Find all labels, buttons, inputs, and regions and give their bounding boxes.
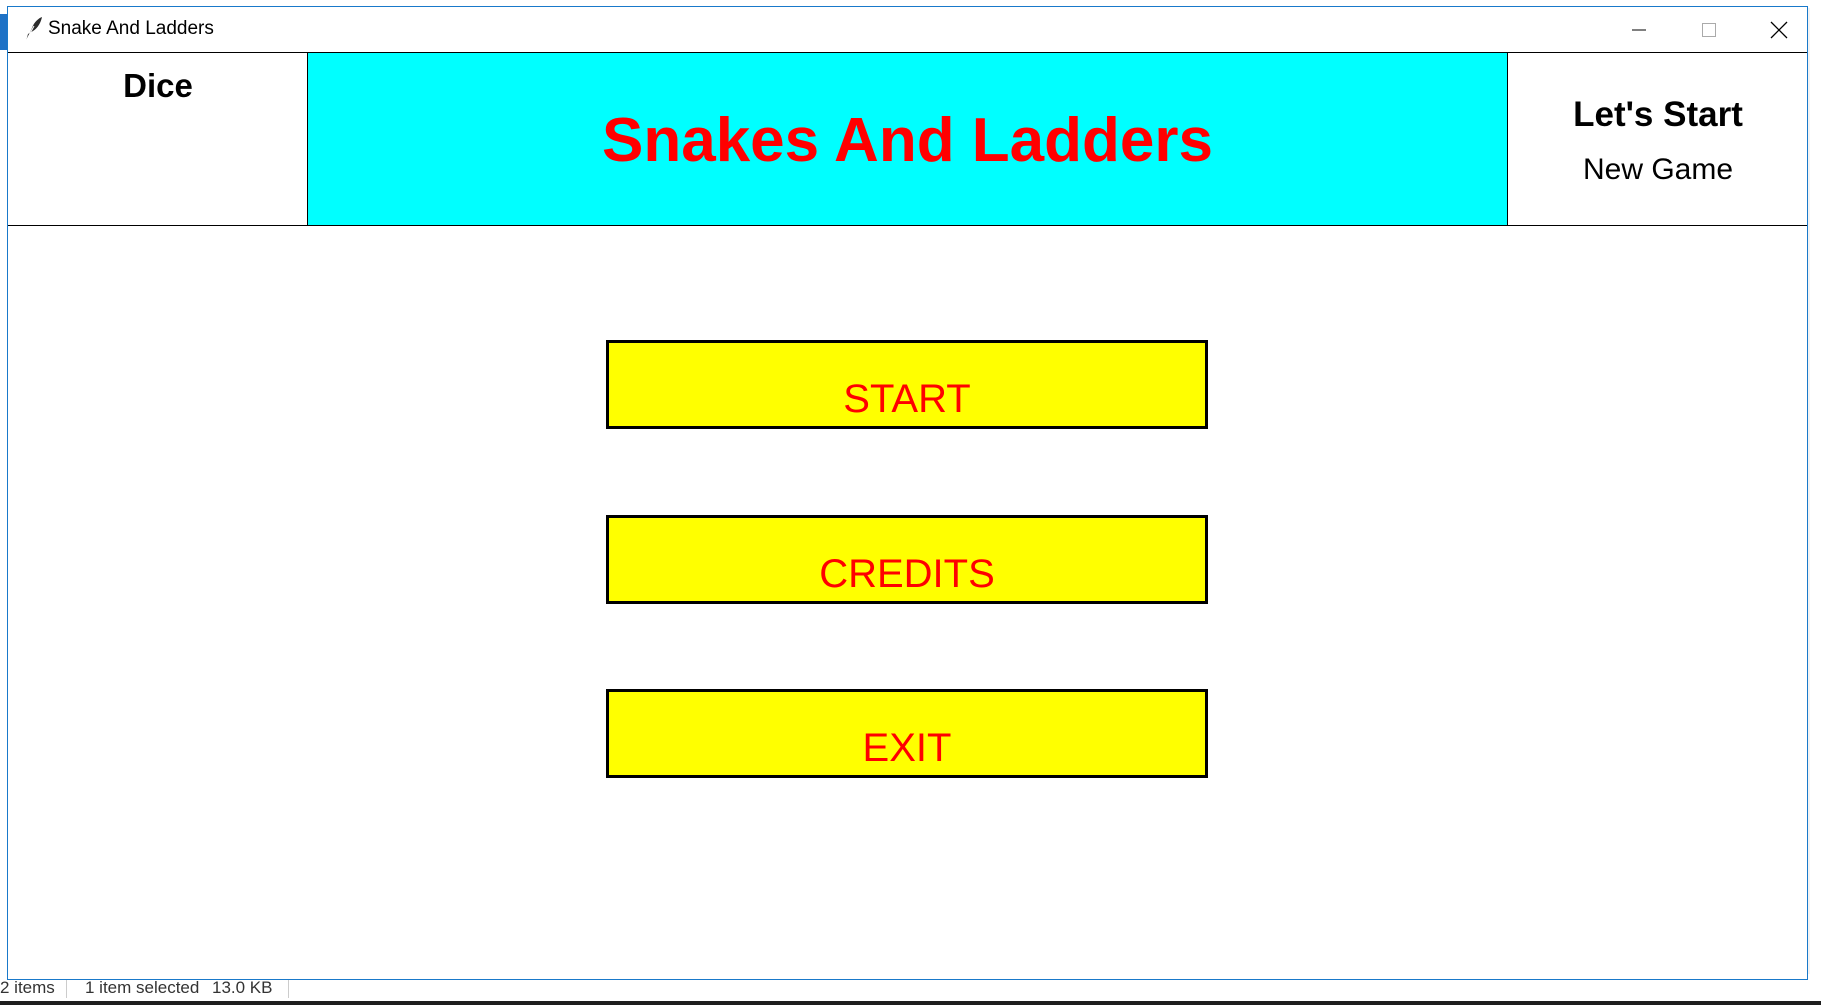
close-button[interactable] [1744,7,1814,52]
maximize-icon [1702,22,1716,37]
credits-button[interactable]: CREDITS [606,515,1208,604]
dice-label: Dice [123,67,193,104]
title-panel: Snakes And Ladders [308,53,1507,225]
game-header: Dice Snakes And Ladders Let's Start New … [8,52,1807,226]
status-divider [66,980,67,998]
taskbar-edge [0,1001,1821,1005]
new-game-label: New Game [1582,153,1734,186]
start-button[interactable]: START [606,340,1208,429]
minimize-button[interactable] [1604,7,1674,52]
status-selected-count: 1 item selected [85,978,200,997]
minimize-icon [1632,29,1646,30]
feather-icon [22,16,44,42]
lets-start-label: Let's Start [1573,95,1743,134]
app-window: Snake And Ladders Dice Snakes And Ladder… [7,6,1808,980]
exit-button-label: EXIT [862,726,952,770]
maximize-button[interactable] [1674,7,1744,52]
status-selected-size: 13.0 KB [212,978,273,997]
start-panel: Let's Start New Game [1507,53,1807,225]
status-divider [288,980,289,998]
window-title: Snake And Ladders [48,18,214,39]
title-bar[interactable]: Snake And Ladders [8,7,1807,52]
status-item-count: 2 items [0,978,55,997]
close-icon [1770,21,1788,38]
explorer-right-edge [1810,0,1821,1005]
start-button-label: START [843,377,971,421]
game-title: Snakes And Ladders [601,106,1213,175]
credits-button-label: CREDITS [819,552,995,596]
exit-button[interactable]: EXIT [606,689,1208,778]
dice-panel: Dice [8,53,308,225]
